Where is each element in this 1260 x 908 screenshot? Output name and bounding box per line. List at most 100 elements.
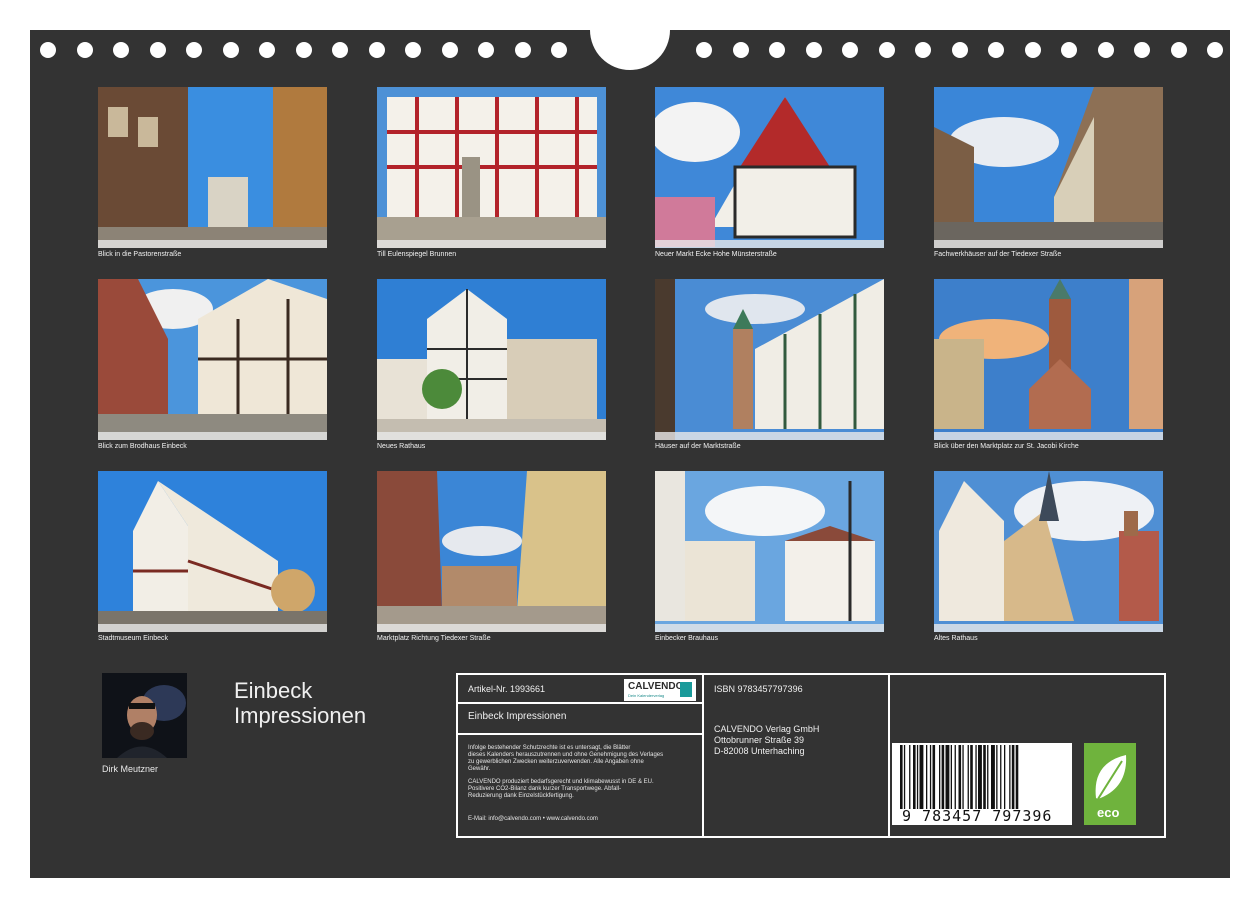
title-line-2: Impressionen <box>234 703 367 728</box>
photo-april <box>934 87 1163 248</box>
legal-line-2: dieses Kalenders herauszutrennen und ohn… <box>468 752 664 758</box>
calendar-back-cover: Blick in die Pastorenstraße Till Eulensp… <box>30 0 1230 878</box>
barcode-bar <box>919 745 924 809</box>
calvendo-logo-subtitle: Dein Kalenderverlag <box>628 693 665 698</box>
barcode-bar <box>983 745 986 809</box>
barcode-bar <box>932 745 936 809</box>
eco-label: eco <box>1097 805 1120 820</box>
barcode-bar <box>970 745 973 809</box>
binding-hole <box>405 42 421 58</box>
binding-hole <box>222 42 239 58</box>
contact-line: E-Mail: info@calvendo.com • www.calvendo… <box>468 816 598 822</box>
binding-hole <box>332 42 348 58</box>
binding-hole <box>988 42 1004 58</box>
barcode-bar <box>1004 745 1006 809</box>
divider <box>458 702 702 704</box>
photo-june <box>377 279 606 440</box>
product-title: Einbeck Impressionen <box>468 711 567 722</box>
binding-hole <box>805 42 822 58</box>
divider <box>458 733 702 735</box>
photo-august <box>934 279 1163 440</box>
binding-hole <box>842 42 858 58</box>
binding-hole <box>878 42 895 58</box>
barcode: 9 783457 797396 <box>892 743 1072 825</box>
caption-september: Stadtmuseum Einbeck <box>98 635 169 642</box>
calvendo-logo-text: CALVENDO <box>628 681 684 692</box>
barcode-bar <box>913 745 916 809</box>
caption-december: Altes Rathaus <box>934 635 978 642</box>
barcode-bar <box>926 745 928 809</box>
binding-hole <box>1207 42 1223 58</box>
caption-march: Neuer Markt Ecke Hohe Münsterstraße <box>655 251 777 258</box>
barcode-bar <box>954 745 956 809</box>
barcode-bar <box>909 745 911 809</box>
binding-hole <box>696 42 712 58</box>
photo-february <box>377 87 606 248</box>
barcode-bar <box>1000 745 1002 809</box>
photo-september <box>98 471 327 632</box>
barcode-bar <box>1009 745 1011 809</box>
caption-april: Fachwerkhäuser auf der Tiedexer Straße <box>934 251 1062 258</box>
barcode-bar <box>991 745 995 809</box>
caption-february: Till Eulenspiegel Brunnen <box>377 251 457 258</box>
barcode-bar <box>916 745 919 809</box>
photo-july <box>655 279 884 440</box>
binding-hole <box>1024 42 1041 58</box>
barcode-bar <box>1011 745 1015 809</box>
binding-hole <box>769 42 785 58</box>
photo-january <box>98 87 327 248</box>
barcode-bar <box>987 745 989 809</box>
title-line-1: Einbeck <box>234 678 313 703</box>
barcode-bar <box>996 745 998 809</box>
barcode-digits: 9 783457 797396 <box>902 807 1053 825</box>
legal-line-4: Gewähr. <box>468 766 491 772</box>
publisher-street: Ottobrunner Straße 39 <box>714 735 805 745</box>
eco-line-2: Positivere CO2-Bilanz dank kurzer Transp… <box>468 786 622 792</box>
barcode-bar <box>958 745 962 809</box>
photo-october <box>377 471 606 632</box>
barcode-bar <box>1015 745 1019 809</box>
publisher-city: D-82008 Unterhaching <box>714 746 805 756</box>
barcode-bar <box>978 745 982 809</box>
legal-line-1: Infolge bestehender Schutzrechte ist es … <box>468 745 631 751</box>
caption-october: Marktplatz Richtung Tiedexer Straße <box>377 635 491 642</box>
barcode-bar <box>950 745 952 809</box>
publisher-address: CALVENDO Verlag GmbH Ottobrunner Straße … <box>714 724 819 757</box>
binding-hole <box>368 42 385 58</box>
photo-may <box>98 279 327 440</box>
binding-hole <box>40 42 56 58</box>
caption-january: Blick in die Pastorenstraße <box>98 251 182 258</box>
eco-line-3: Reduzierung dank Einzelstückfertigung. <box>468 793 574 799</box>
binding-hole <box>1170 42 1187 58</box>
barcode-bar <box>929 745 932 809</box>
barcode-bar <box>945 745 950 809</box>
photo-december <box>934 471 1163 632</box>
binding-hole <box>1097 42 1114 58</box>
binding-hole <box>113 42 129 58</box>
binding-hole <box>915 42 931 58</box>
binding-hole <box>514 42 531 58</box>
binding-hole <box>259 42 275 58</box>
author-photo <box>102 673 187 758</box>
binding-hole <box>149 42 166 58</box>
calvendo-logo: CALVENDO Dein Kalenderverlag <box>624 679 696 701</box>
caption-june: Neues Rathaus <box>377 443 426 450</box>
photo-march <box>655 87 884 248</box>
eco-badge: eco <box>1084 743 1136 825</box>
caption-may: Blick zum Brodhaus Einbeck <box>98 443 187 450</box>
product-info-panel: Artikel-Nr. 1993661 CALVENDO Dein Kalend… <box>456 673 1166 838</box>
publisher-name: CALVENDO Verlag GmbH <box>714 724 820 734</box>
binding-hole <box>295 42 312 58</box>
binding-hole <box>76 42 93 58</box>
barcode-bar <box>962 745 964 809</box>
photo-november <box>655 471 884 632</box>
divider <box>702 675 704 836</box>
binding-hole <box>441 42 458 58</box>
calvendo-logo-mark <box>680 682 692 697</box>
caption-august: Blick über den Marktplatz zur St. Jacobi… <box>934 443 1079 450</box>
binding-hole <box>1134 42 1150 58</box>
author-name: Dirk Meutzner <box>102 764 159 774</box>
divider <box>888 675 890 836</box>
article-number: Artikel-Nr. 1993661 <box>468 684 546 694</box>
barcode-bar <box>900 745 903 809</box>
